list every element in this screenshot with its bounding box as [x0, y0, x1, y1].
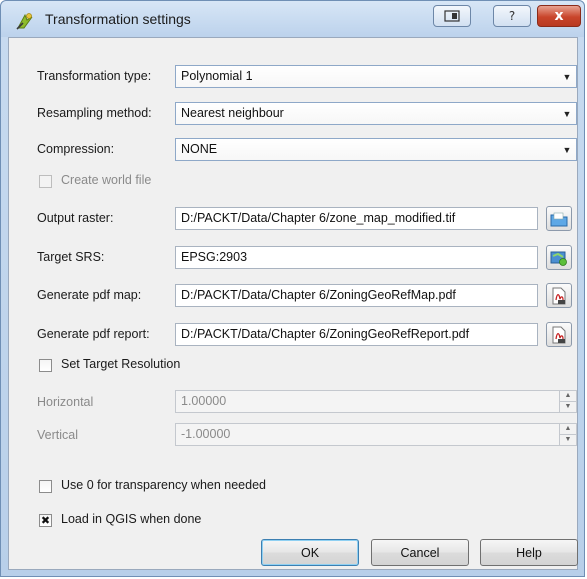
browse-pdf-report-button[interactable] [546, 322, 572, 347]
checkmark-icon: ✖ [40, 514, 51, 527]
resampling-method-value: Nearest neighbour [181, 106, 284, 120]
target-srs-value: EPSG:2903 [181, 250, 248, 264]
load-in-qgis-checkbox[interactable]: ✖ [39, 514, 52, 527]
horizontal-value: 1.00000 [181, 394, 227, 408]
pdf-report-value: D:/PACKT/Data/Chapter 6/ZoningGeoRefRepo… [181, 327, 470, 341]
chevron-down-icon: ▼ [562, 144, 572, 155]
output-raster-label: Output raster: [37, 211, 114, 225]
horizontal-spin-buttons[interactable]: ▲ ▼ [559, 391, 576, 412]
spin-down-icon[interactable]: ▼ [560, 435, 576, 446]
resampling-method-label: Resampling method: [37, 106, 152, 120]
output-raster-input[interactable]: D:/PACKT/Data/Chapter 6/zone_map_modifie… [175, 207, 538, 230]
compression-value: NONE [181, 142, 218, 156]
ok-button[interactable]: OK [261, 539, 359, 566]
spin-down-icon[interactable]: ▼ [560, 402, 576, 413]
pdf-report-input[interactable]: D:/PACKT/Data/Chapter 6/ZoningGeoRefRepo… [175, 323, 538, 346]
cancel-button[interactable]: Cancel [371, 539, 469, 566]
horizontal-label: Horizontal [37, 395, 94, 409]
dialog-body: Transformation type: Polynomial 1 ▼ Resa… [8, 37, 578, 570]
vertical-spinbox[interactable]: -1.00000 ▲ ▼ [175, 423, 577, 446]
transformation-type-combo[interactable]: Polynomial 1 ▼ [175, 65, 577, 88]
open-file-icon [550, 212, 568, 226]
title-bar[interactable]: Transformation settings ? x [1, 1, 584, 37]
pdf-file-icon [552, 326, 566, 343]
load-in-qgis-label: Load in QGIS when done [61, 512, 202, 526]
pdf-map-label: Generate pdf map: [37, 288, 142, 302]
transformation-type-label: Transformation type: [37, 69, 152, 83]
compression-label: Compression: [37, 142, 115, 156]
select-srs-button[interactable] [546, 245, 572, 270]
window-restore-icon [444, 10, 460, 22]
horizontal-spinbox[interactable]: 1.00000 ▲ ▼ [175, 390, 577, 413]
pdf-report-label: Generate pdf report: [37, 327, 150, 341]
window-title: Transformation settings [45, 11, 191, 27]
compression-combo[interactable]: NONE ▼ [175, 138, 577, 161]
spin-up-icon[interactable]: ▲ [560, 391, 576, 402]
chevron-down-icon: ▼ [562, 108, 572, 119]
pdf-map-input[interactable]: D:/PACKT/Data/Chapter 6/ZoningGeoRefMap.… [175, 284, 538, 307]
target-srs-input[interactable]: EPSG:2903 [175, 246, 538, 269]
vertical-spin-buttons[interactable]: ▲ ▼ [559, 424, 576, 445]
restore-button[interactable] [433, 5, 471, 27]
spin-up-icon[interactable]: ▲ [560, 424, 576, 435]
vertical-value: -1.00000 [181, 427, 231, 441]
pdf-map-value: D:/PACKT/Data/Chapter 6/ZoningGeoRefMap.… [181, 288, 456, 302]
output-raster-value: D:/PACKT/Data/Chapter 6/zone_map_modifie… [181, 211, 456, 225]
vertical-label: Vertical [37, 428, 78, 442]
use-zero-transparency-checkbox[interactable] [39, 480, 52, 493]
use-zero-transparency-label: Use 0 for transparency when needed [61, 478, 266, 492]
projection-globe-icon [550, 251, 567, 266]
create-world-file-checkbox[interactable] [39, 175, 52, 188]
browse-pdf-map-button[interactable] [546, 283, 572, 308]
target-srs-label: Target SRS: [37, 250, 105, 264]
transformation-settings-dialog: Transformation settings ? x Transformati… [0, 0, 585, 577]
close-icon: x [554, 8, 564, 24]
chevron-down-icon: ▼ [562, 71, 572, 82]
context-help-button[interactable]: ? [493, 5, 531, 27]
set-target-resolution-label: Set Target Resolution [61, 357, 181, 371]
browse-output-raster-button[interactable] [546, 206, 572, 231]
set-target-resolution-checkbox[interactable] [39, 359, 52, 372]
create-world-file-label: Create world file [61, 173, 152, 187]
help-button[interactable]: Help [480, 539, 578, 566]
pdf-file-icon [552, 287, 566, 304]
transformation-type-value: Polynomial 1 [181, 69, 253, 83]
qgis-georeferencer-icon [16, 13, 33, 30]
question-mark-icon: ? [508, 9, 516, 23]
resampling-method-combo[interactable]: Nearest neighbour ▼ [175, 102, 577, 125]
close-button[interactable]: x [537, 5, 581, 27]
